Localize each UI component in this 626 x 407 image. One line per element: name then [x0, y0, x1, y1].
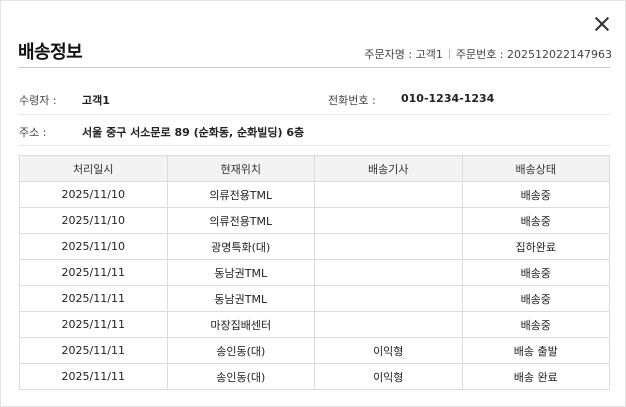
cell-driver [314, 181, 463, 208]
orderer-name: 주문자명 : 고객1 [364, 48, 443, 61]
table-row: 2025/11/10 의류전용TML 배송중 [19, 207, 610, 234]
phone-value: 010-1234-1234 [401, 92, 495, 105]
header-current-location: 현재위치 [166, 155, 315, 182]
title-divider [18, 67, 610, 68]
cell-driver [314, 207, 463, 234]
cell-location: 의류전용TML [166, 181, 315, 208]
info-divider [18, 114, 610, 115]
meta-divider [448, 49, 450, 59]
cell-status: 집하완료 [461, 233, 610, 260]
modal-title: 배송정보 [18, 42, 83, 63]
table-row: 2025/11/11 송인동(대) 이익형 배송 완료 [19, 363, 610, 390]
table-row: 2025/11/11 마장집배센터 배송중 [19, 311, 610, 338]
order-number: 주문번호 : 202512022147963 [455, 48, 612, 61]
table-row: 2025/11/10 광명특화(대) 집하완료 [19, 233, 610, 260]
cell-status: 배송중 [461, 259, 610, 286]
table-row: 2025/11/11 동남권TML 배송중 [19, 285, 610, 312]
table-row: 2025/11/10 의류전용TML 배송중 [19, 181, 610, 208]
address-divider [18, 145, 610, 146]
cell-processed-at: 2025/11/10 [19, 207, 168, 234]
cell-status: 배송 출발 [461, 337, 610, 364]
header-processed-at: 처리일시 [19, 155, 168, 182]
cell-status: 배송중 [461, 285, 610, 312]
order-meta: 주문자명 : 고객1 주문번호 : 202512022147963 [364, 46, 612, 62]
close-icon[interactable] [592, 14, 612, 34]
cell-processed-at: 2025/11/10 [19, 233, 168, 260]
header-driver: 배송기사 [314, 155, 463, 182]
cell-status: 배송중 [461, 207, 610, 234]
tracking-table: 처리일시 현재위치 배송기사 배송상태 2025/11/10 의류전용TML 배… [19, 155, 610, 390]
header-status: 배송상태 [461, 155, 610, 182]
cell-processed-at: 2025/11/10 [19, 181, 168, 208]
cell-processed-at: 2025/11/11 [19, 363, 168, 390]
cell-driver [314, 285, 463, 312]
cell-location: 송인동(대) [166, 337, 315, 364]
cell-processed-at: 2025/11/11 [19, 337, 168, 364]
table-header-row: 처리일시 현재위치 배송기사 배송상태 [19, 155, 610, 182]
cell-location: 의류전용TML [166, 207, 315, 234]
cell-driver: 이익형 [314, 363, 463, 390]
cell-driver: 이익형 [314, 337, 463, 364]
cell-location: 동남권TML [166, 285, 315, 312]
cell-status: 배송중 [461, 181, 610, 208]
cell-location: 동남권TML [166, 259, 315, 286]
address-value: 서울 중구 서소문로 89 (순화동, 순화빌딩) 6층 [82, 126, 305, 139]
cell-processed-at: 2025/11/11 [19, 259, 168, 286]
recipient-label: 수령자 : [19, 94, 57, 107]
cell-processed-at: 2025/11/11 [19, 311, 168, 338]
cell-status: 배송중 [461, 311, 610, 338]
phone-label: 전화번호 : [328, 94, 376, 107]
cell-driver [314, 233, 463, 260]
cell-location: 송인동(대) [166, 363, 315, 390]
table-row: 2025/11/11 동남권TML 배송중 [19, 259, 610, 286]
cell-driver [314, 259, 463, 286]
cell-location: 광명특화(대) [166, 233, 315, 260]
table-row: 2025/11/11 송인동(대) 이익형 배송 출발 [19, 337, 610, 364]
shipping-info-modal: 배송정보 주문자명 : 고객1 주문번호 : 202512022147963 수… [0, 0, 626, 407]
recipient-value: 고객1 [82, 94, 110, 107]
cell-status: 배송 완료 [461, 363, 610, 390]
cell-location: 마장집배센터 [166, 311, 315, 338]
cell-processed-at: 2025/11/11 [19, 285, 168, 312]
cell-driver [314, 311, 463, 338]
address-label: 주소 : [19, 126, 47, 139]
